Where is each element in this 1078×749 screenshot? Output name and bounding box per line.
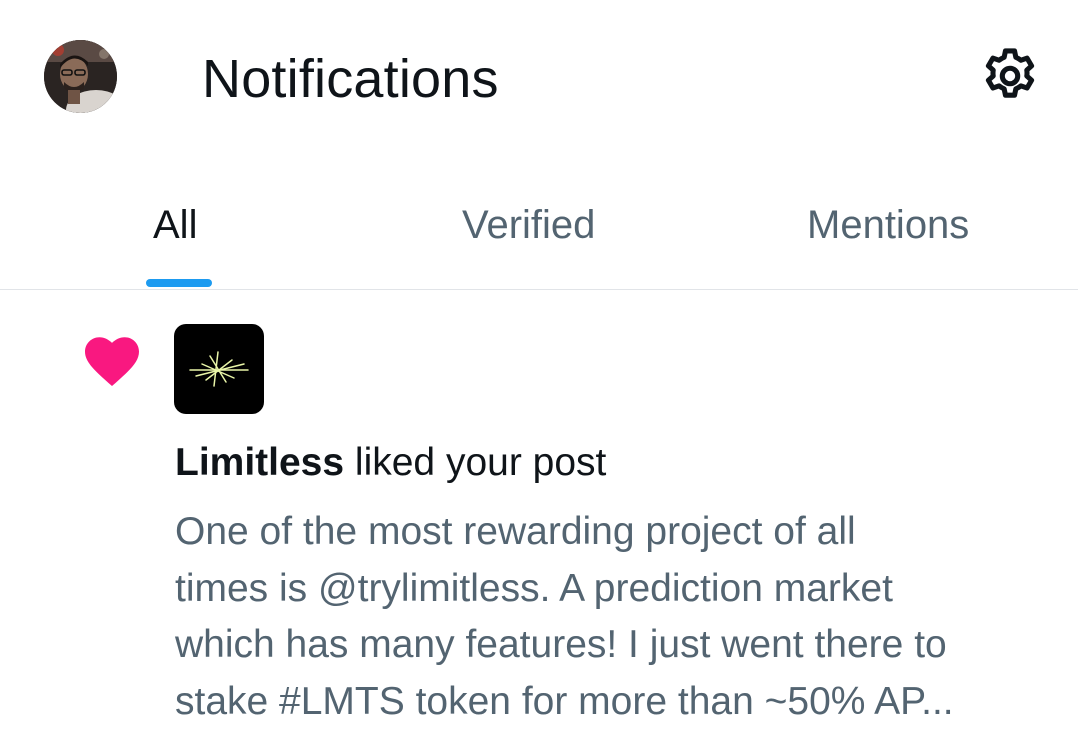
active-tab-indicator: [146, 279, 212, 287]
tab-mentions-label: Mentions: [807, 203, 970, 247]
limitless-avatar[interactable]: [174, 324, 264, 414]
notifications-screen: Notifications All Verified Mentions Limi…: [0, 0, 1078, 749]
tab-all[interactable]: All: [0, 180, 359, 289]
page-title: Notifications: [202, 49, 499, 109]
post-preview: One of the most rewarding project of all…: [175, 504, 1055, 730]
tab-verified-label: Verified: [462, 203, 596, 247]
profile-photo-icon: [44, 40, 117, 113]
tab-verified[interactable]: Verified: [359, 180, 718, 289]
notification-item[interactable]: Limitless liked your post One of the mos…: [0, 290, 1078, 749]
post-preview-line: times is @trylimitless. A prediction mar…: [175, 566, 893, 610]
gear-icon: [985, 48, 1035, 98]
tab-mentions[interactable]: Mentions: [718, 180, 1078, 289]
actor-name[interactable]: Limitless: [175, 441, 344, 484]
post-preview-line: which has many features! I just went the…: [175, 623, 947, 666]
post-preview-line: One of the most rewarding project of all: [175, 510, 856, 553]
notification-action: liked your post: [344, 441, 607, 484]
settings-button[interactable]: [978, 44, 1042, 108]
profile-avatar[interactable]: [44, 40, 117, 113]
post-preview-line: stake #LMTS token for more than ~50% AP.…: [175, 679, 954, 723]
notification-tabs: All Verified Mentions: [0, 180, 1078, 290]
notification-headline: Limitless liked your post: [175, 438, 606, 488]
limitless-logo-icon: [189, 351, 249, 387]
heart-icon: [82, 334, 142, 388]
